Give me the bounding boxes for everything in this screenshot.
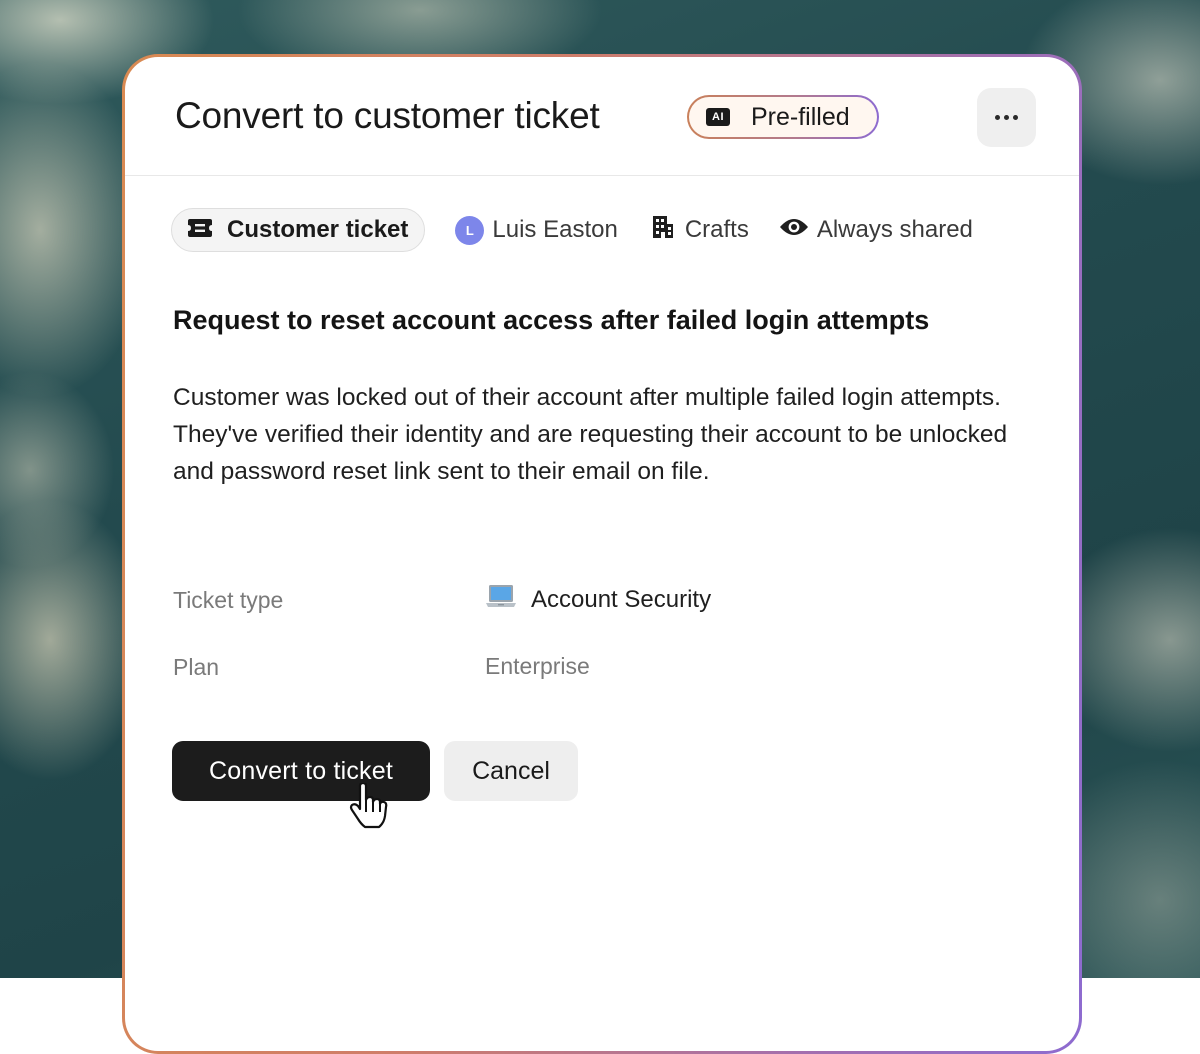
plan-label: Plan <box>173 654 220 680</box>
ai-prefilled-label: Pre-filled <box>751 102 850 131</box>
pointer-hand-cursor-icon <box>349 781 389 829</box>
more-horizontal-icon <box>995 115 1000 120</box>
visibility-label: Always shared <box>816 216 973 243</box>
ticket-type-label: Ticket type <box>173 587 284 613</box>
company[interactable]: Crafts <box>651 215 749 246</box>
laptop-icon <box>485 583 517 616</box>
assignee-name: Luis Easton <box>492 216 618 243</box>
more-options-button[interactable] <box>977 88 1036 147</box>
ticket-type-text: Account Security <box>531 585 712 613</box>
ticket-description: Customer was locked out of their account… <box>173 384 1008 485</box>
dialog-surface: Convert to customer ticket AI Pre-filled <box>125 57 1079 1051</box>
company-name: Crafts <box>684 216 749 243</box>
ai-prefilled-badge-surface: AI Pre-filled <box>689 97 877 137</box>
assignee[interactable]: L Luis Easton <box>455 215 618 245</box>
plan-value: Enterprise <box>485 653 590 679</box>
ai-icon: AI <box>706 108 730 126</box>
ticket-icon <box>187 218 213 242</box>
cancel-button[interactable]: Cancel <box>444 741 578 801</box>
visibility[interactable]: Always shared <box>779 216 973 244</box>
ticket-title: Request to reset account access after fa… <box>173 305 930 335</box>
ticket-type-chip[interactable]: Customer ticket <box>171 208 426 252</box>
ticket-type-chip-label: Customer ticket <box>227 216 409 243</box>
ticket-meta-row: Customer ticket L Luis Easton Crafts Alw… <box>171 207 973 253</box>
ticket-type-value[interactable]: Account Security <box>485 583 711 616</box>
dialog-header: Convert to customer ticket AI Pre-filled <box>125 57 1079 176</box>
more-horizontal-icon-dot <box>1013 115 1018 120</box>
eye-icon <box>779 216 809 244</box>
dialog-title: Convert to customer ticket <box>175 95 600 136</box>
ai-prefilled-badge: AI Pre-filled <box>687 95 879 139</box>
building-icon <box>651 215 675 246</box>
convert-to-ticket-button[interactable]: Convert to ticket <box>172 741 430 801</box>
more-horizontal-icon-dot <box>1004 115 1009 120</box>
avatar: L <box>455 215 485 245</box>
convert-ticket-dialog: Convert to customer ticket AI Pre-filled <box>122 54 1082 1054</box>
